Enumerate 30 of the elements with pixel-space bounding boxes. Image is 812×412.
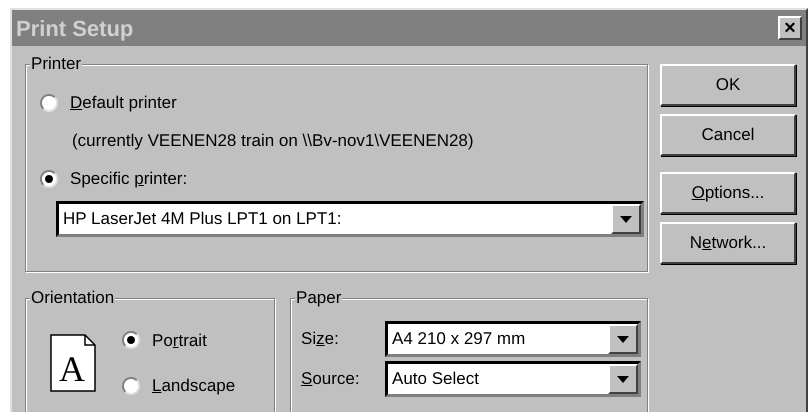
dropdown-value: HP LaserJet 4M Plus LPT1 on LPT1: [63,208,342,230]
portrait-page-icon: A [50,334,96,392]
dialog-button[interactable]: Cancel [660,114,796,156]
radio-label: Default printer [70,92,177,114]
dropdown-arrow-button[interactable] [611,204,641,234]
radio-label: Specific printer: [70,168,188,190]
dropdown-field[interactable]: HP LaserJet 4M Plus LPT1 on LPT1: [56,201,644,237]
dialog-button[interactable]: Network... [660,222,796,264]
dialog-button[interactable]: OK [660,64,796,106]
caret-down-icon [617,336,629,342]
caret-down-icon [617,376,629,382]
dropdown-value: A4 210 x 297 mm [392,328,526,350]
dropdown-field[interactable]: Auto Select [385,361,641,397]
radio-label: Portrait [152,330,207,352]
field-label: Source: [301,368,361,390]
field-label: Size: [301,328,340,350]
caret-down-icon [620,216,632,222]
dropdown-field[interactable]: A4 210 x 297 mm [385,321,641,357]
radio-button[interactable] [40,170,58,188]
dropdown-value: Auto Select [392,368,479,390]
radio-button[interactable] [122,331,140,350]
dropdown-arrow-button[interactable] [608,364,638,394]
radio-label: Landscape [152,375,236,397]
default-printer-note: (currently VEENEN28 train on \\Bv-nov1\VEENEN28) [71,130,475,152]
window-title: Print Setup [16,14,134,43]
dropdown-arrow-button[interactable] [608,324,638,354]
radio-button[interactable] [40,94,58,112]
close-button[interactable]: × [778,16,802,40]
radio-button[interactable] [122,376,140,395]
dialog-button[interactable]: Options... [660,172,796,214]
